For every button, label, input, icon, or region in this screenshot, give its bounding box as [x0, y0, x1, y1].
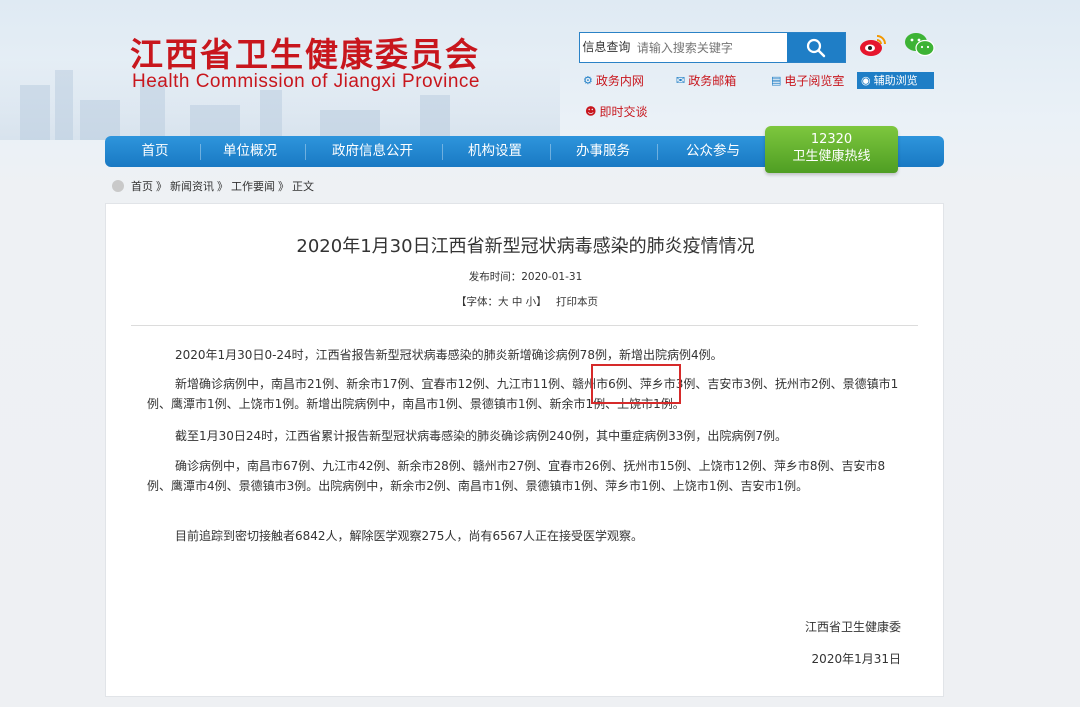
article-paragraph: 截至1月30日24时，江西省累计报告新型冠状病毒感染的肺炎确诊病例240例，其中… — [175, 429, 787, 443]
breadcrumb-news[interactable]: 新闻资讯 — [170, 178, 214, 194]
hotline-number: 12320 — [810, 132, 853, 147]
article-paragraph: 新增确诊病例中，南昌市21例、新余市17例、宜春市12例、九江市11例、赣州市6… — [147, 377, 899, 411]
eye-icon: ◉ — [861, 74, 871, 87]
search-bar: 信息查询 — [579, 32, 846, 63]
nav-public-participation[interactable]: 公众参与 — [673, 136, 753, 167]
search-input[interactable] — [632, 33, 787, 62]
signature: 江西省卫生健康委 — [804, 620, 901, 634]
link-intranet[interactable]: ⚙ 政务内网 — [583, 72, 644, 89]
breadcrumb: 首页 》 新闻资讯 》 工作要闻 》 正文 — [112, 178, 314, 194]
site-header: 江西省卫生健康委员会 Health Commission of Jiangxi … — [0, 0, 1080, 140]
highlight-box — [591, 364, 681, 404]
breadcrumb-separator: 》 — [217, 180, 228, 193]
link-e-reading[interactable]: ▤ 电子阅览室 — [771, 72, 844, 89]
site-title-en: Health Commission of Jiangxi Province — [132, 71, 480, 92]
breadcrumb-current: 正文 — [292, 180, 314, 193]
sign-date: 2020年1月31日 — [811, 652, 901, 666]
hotline-button[interactable]: 12320 卫生健康热线 — [765, 126, 898, 173]
assist-browse-button[interactable]: ◉ 辅助浏览 — [857, 72, 934, 89]
site-title: 江西省卫生健康委员会 — [130, 35, 480, 74]
search-category-select[interactable]: 信息查询 — [580, 33, 633, 62]
nav-gov-info[interactable]: 政府信息公开 — [320, 136, 425, 167]
article-paragraph: 2020年1月30日0-24时，江西省报告新型冠状病毒感染的肺炎新增确诊病例78… — [175, 348, 723, 362]
mail-icon: ✉ — [676, 74, 686, 87]
breadcrumb-home[interactable]: 首页 — [131, 178, 153, 194]
weibo-icon[interactable] — [857, 31, 889, 59]
nav-organization[interactable]: 机构设置 — [455, 136, 535, 167]
breadcrumb-separator: 》 — [156, 180, 167, 193]
hotline-label: 卫生健康热线 — [792, 149, 871, 164]
chat-icon: ☻ — [585, 105, 597, 118]
font-size-control[interactable]: 【字体：大 中 小】 — [456, 294, 547, 309]
article-title: 2020年1月30日江西省新型冠状病毒感染的肺炎疫情情况 — [296, 236, 755, 257]
quick-links: ⚙ 政务内网 ✉ 政务邮箱 ▤ 电子阅览室 ◉ 辅助浏览 ☻ 即时交谈 — [583, 72, 943, 122]
print-link[interactable]: 打印本页 — [556, 294, 598, 309]
article-paragraph: 确诊病例中，南昌市67例、九江市42例、新余市28例、赣州市27例、宜春市26例… — [147, 459, 886, 493]
nav-services[interactable]: 办事服务 — [563, 136, 643, 167]
breadcrumb-work-news[interactable]: 工作要闻 — [231, 178, 275, 194]
link-mailbox[interactable]: ✉ 政务邮箱 — [676, 72, 736, 89]
article-paragraph: 目前追踪到密切接触者6842人，解除医学观察275人，尚有6567人正在接受医学… — [175, 529, 643, 543]
book-icon: ▤ — [771, 74, 782, 87]
link-instant-chat[interactable]: ☻ 即时交谈 — [585, 103, 647, 120]
publish-date: 发布时间：2020-01-31 — [468, 271, 583, 283]
divider — [131, 325, 918, 326]
search-icon — [806, 38, 826, 57]
search-button[interactable] — [786, 33, 845, 62]
article-panel: 2020年1月30日江西省新型冠状病毒感染的肺炎疫情情况 发布时间：2020-0… — [105, 203, 944, 697]
home-icon — [112, 180, 124, 192]
nav-home[interactable]: 首页 — [123, 136, 187, 167]
globe-icon: ⚙ — [583, 74, 593, 87]
wechat-icon[interactable] — [904, 31, 936, 59]
breadcrumb-separator: 》 — [278, 180, 289, 193]
nav-unit-overview[interactable]: 单位概况 — [210, 136, 290, 167]
